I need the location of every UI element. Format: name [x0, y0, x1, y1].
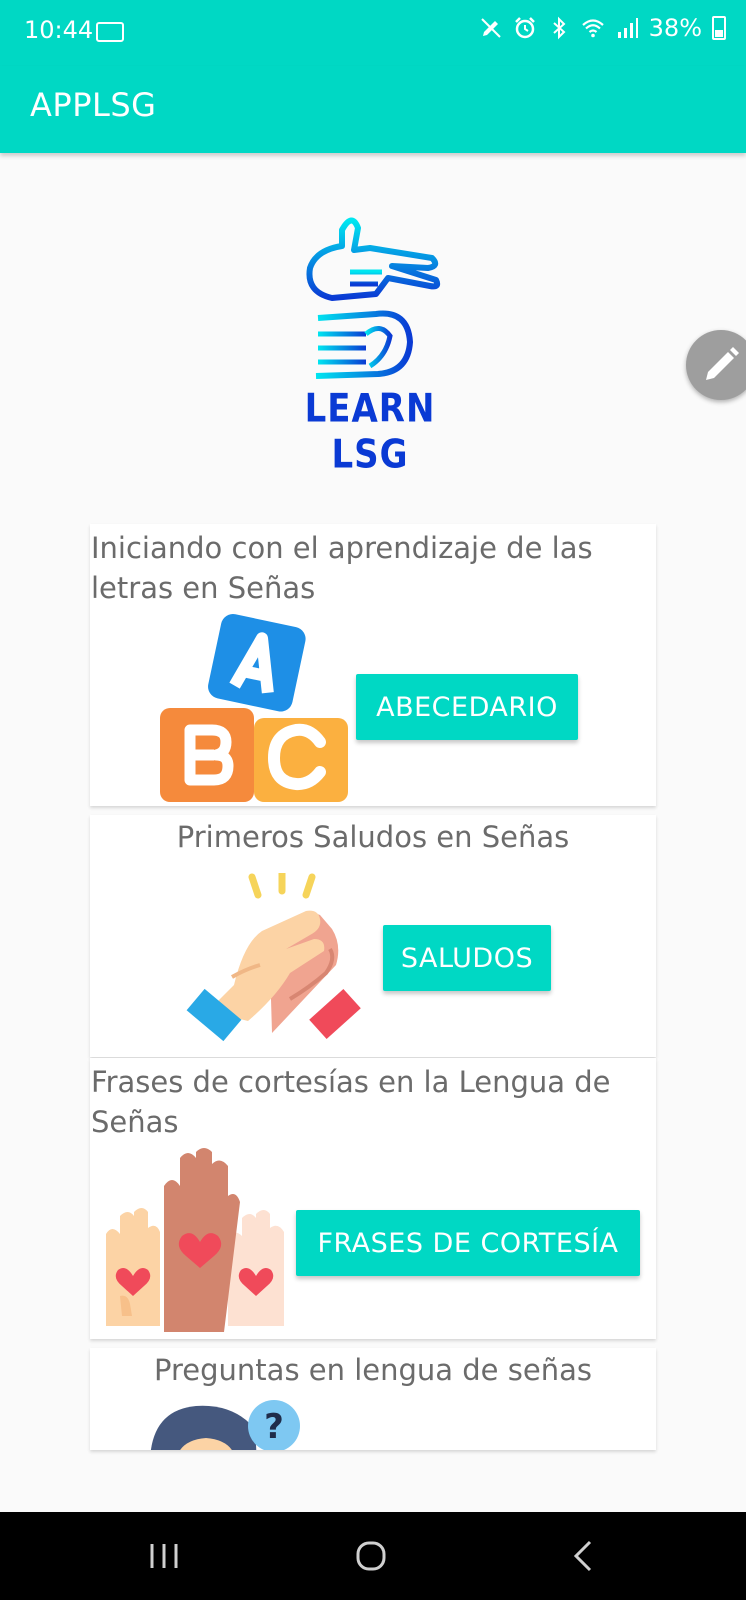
sign-hands-logo-icon — [306, 217, 441, 379]
card-description: Iniciando con el aprendizaje de las letr… — [91, 531, 593, 605]
bluetooth-icon — [552, 16, 566, 40]
card-abecedario: Iniciando con el aprendizaje de las letr… — [90, 524, 656, 806]
abc-blocks-icon — [160, 614, 348, 802]
app-bar: APPLSG — [0, 66, 746, 153]
abecedario-button[interactable]: ABECEDARIO — [356, 674, 578, 740]
status-bar: 10:44 38% — [0, 0, 746, 66]
signal-icon — [617, 18, 638, 38]
logo-text: LEARN LSG — [304, 386, 436, 478]
raised-hands-hearts-icon — [106, 1148, 284, 1332]
battery-icon — [712, 16, 726, 40]
person-question-icon: ? — [150, 1400, 300, 1450]
card-description: Frases de cortesías en la Lengua de Seña… — [91, 1065, 611, 1139]
svg-text:?: ? — [264, 1407, 284, 1447]
card-description: Primeros Saludos en Señas — [176, 820, 570, 854]
card-saludos: Primeros Saludos en Señas SALUDOS — [90, 815, 656, 1057]
pencil-icon — [706, 347, 739, 380]
status-time: 10:44 — [24, 16, 94, 44]
voicemail-icon — [96, 22, 124, 42]
pen-off-icon — [480, 18, 501, 38]
saludos-button[interactable]: SALUDOS — [383, 925, 551, 991]
home-icon[interactable] — [354, 1538, 390, 1574]
back-icon[interactable] — [566, 1538, 602, 1574]
battery-percent: 38% — [648, 14, 702, 42]
app-logo: LEARN LSG — [280, 210, 460, 478]
card-frases-cortesia: Frases de cortesías en la Lengua de Seña… — [90, 1058, 656, 1339]
system-nav-bar — [0, 1512, 746, 1600]
alarm-icon — [514, 17, 535, 39]
frases-cortesia-button[interactable]: FRASES DE CORTESÍA — [296, 1210, 640, 1276]
edit-fab-button[interactable] — [686, 330, 746, 400]
card-preguntas: Preguntas en lengua de señas ? — [90, 1348, 656, 1450]
high-five-icon — [186, 873, 361, 1042]
wifi-icon — [581, 19, 604, 38]
recent-apps-icon[interactable] — [146, 1538, 182, 1574]
app-title: APPLSG — [30, 86, 157, 124]
card-description: Preguntas en lengua de señas — [154, 1353, 592, 1387]
status-icons: 38% — [479, 14, 726, 42]
